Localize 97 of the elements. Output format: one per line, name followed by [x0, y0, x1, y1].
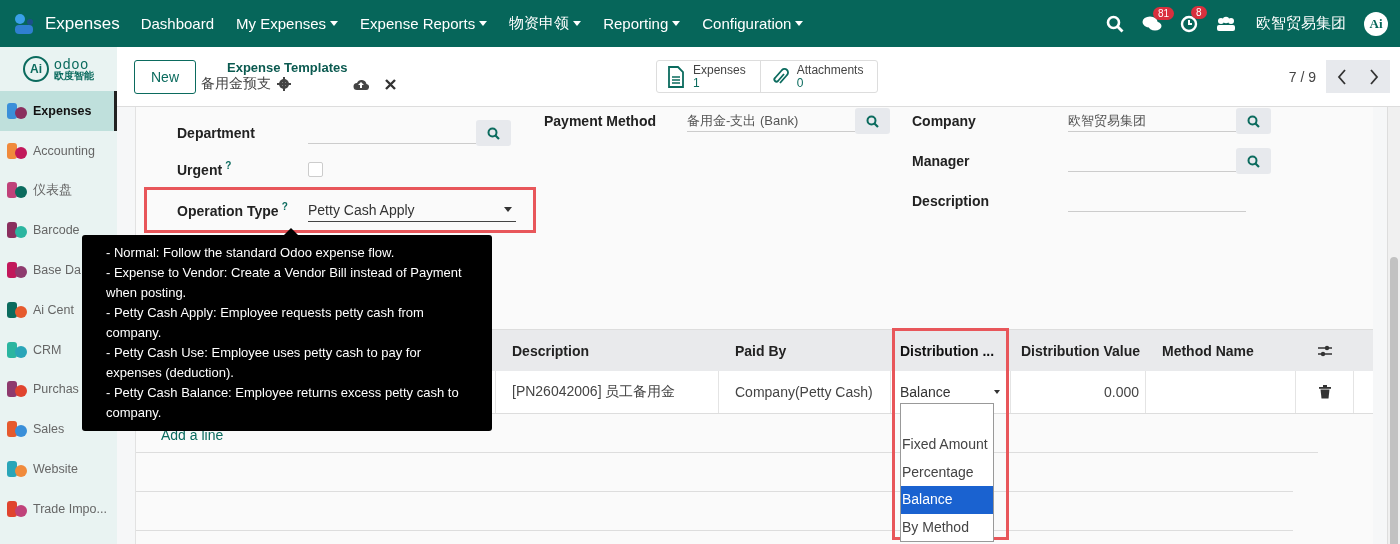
sidebar-item[interactable]: Base Da	[0, 250, 83, 290]
app-icon	[6, 498, 28, 519]
close-icon[interactable]	[385, 78, 396, 90]
app-icon	[6, 180, 28, 201]
sliders-icon[interactable]	[1317, 343, 1333, 358]
search-button[interactable]	[1236, 148, 1271, 174]
table-cell: [PN26042006] 员工备用金	[496, 371, 719, 413]
sidebar-item[interactable]: 仪表盘	[0, 170, 74, 211]
company-switcher[interactable]: 欧智贸易集团	[1256, 14, 1346, 33]
sidebar-item[interactable]: CRM	[0, 329, 64, 370]
search-icon	[487, 126, 500, 140]
app-icon	[6, 260, 28, 281]
field-label: Manager	[912, 153, 971, 169]
chevron-left-icon	[1337, 68, 1347, 85]
menu-item[interactable]: My Expenses	[236, 15, 339, 32]
table-cell: Company(Petty Cash)	[719, 371, 891, 413]
tooltip-text: - Normal: Follow the standard Odoo expense flow.	[106, 244, 396, 262]
app-icon	[6, 419, 28, 440]
next-button[interactable]	[1358, 60, 1390, 93]
caret-icon	[672, 21, 681, 26]
chat-icon[interactable]	[1142, 15, 1162, 32]
dropdown-option[interactable]: Percentage	[901, 458, 993, 486]
sidebar-item[interactable]: Sales	[0, 409, 67, 450]
sidebar-item[interactable]: Expenses	[0, 91, 117, 131]
app-logo-icon[interactable]	[12, 11, 36, 36]
trash-icon[interactable]	[1318, 385, 1331, 399]
app-icon	[6, 100, 28, 121]
search-button[interactable]	[855, 108, 890, 134]
column-header[interactable]: Distribution Value	[1011, 342, 1146, 359]
menu-item[interactable]: Configuration	[702, 15, 804, 32]
dropdown-option[interactable]: Balance	[901, 486, 993, 514]
chevron-right-icon	[1369, 68, 1379, 85]
logo-subtitle: 欧度智能	[54, 71, 94, 81]
sidebar-item[interactable]: Website	[0, 449, 80, 489]
activity-count-badge: 8	[1191, 5, 1207, 19]
app-name[interactable]: Expenses	[45, 13, 120, 34]
breadcrumb-link[interactable]: Expense Templates	[227, 60, 396, 75]
field-label: Department	[177, 125, 256, 141]
logo-name: odoo	[54, 57, 90, 71]
menu-item[interactable]: 物资申领	[509, 14, 582, 33]
checkbox[interactable]	[308, 161, 323, 177]
sidebar-item[interactable]: Accounting	[0, 130, 97, 171]
caret-icon	[330, 21, 339, 26]
cloud-upload-icon[interactable]	[353, 77, 369, 91]
table-cell: 0.000	[1011, 371, 1146, 413]
select-field[interactable]: Petty Cash Apply	[308, 198, 516, 222]
menu-item[interactable]: Dashboard	[140, 15, 215, 32]
select-field[interactable]: Balance	[900, 384, 1000, 400]
column-header[interactable]: Distribution ...	[891, 342, 1011, 359]
menu-item[interactable]: Reporting	[603, 15, 681, 32]
app-icon	[6, 379, 28, 400]
column-header[interactable]: Paid By	[719, 342, 891, 359]
logo-mark: Ai	[23, 56, 49, 82]
search-icon	[866, 114, 879, 128]
app-icon	[6, 140, 28, 161]
smart-button[interactable]: Attachments 0	[760, 60, 878, 93]
dropdown-option[interactable]: By Method	[901, 513, 993, 541]
record-name: 备用金预支	[201, 75, 271, 93]
sidebar-item[interactable]: Trade Impo...	[0, 488, 109, 529]
search-icon	[1247, 114, 1260, 128]
tooltip-text: - Petty Cash Balance: Employee returns excess petty cash to company.	[106, 384, 460, 422]
user-avatar[interactable]: Ai	[1364, 11, 1388, 36]
app-icon	[6, 459, 28, 480]
clock-icon[interactable]	[1180, 14, 1198, 33]
tooltip-text: - Petty Cash Apply: Employee requests petty cash from company.	[106, 304, 425, 342]
tooltip-text: - Expense to Vendor: Create a Vendor Bill instead of Payment when posting.	[106, 264, 463, 302]
previous-button[interactable]	[1326, 60, 1358, 93]
app-icon	[6, 220, 28, 241]
field-label: Description	[912, 193, 990, 209]
caret-icon	[479, 21, 488, 26]
field-label: Company	[912, 113, 977, 129]
caret-icon	[573, 21, 582, 26]
sidebar-item[interactable]: Ai Cent	[0, 290, 76, 330]
app-icon	[6, 339, 28, 360]
dropdown-option[interactable]: Fixed Amount	[901, 431, 993, 459]
sidebar-item[interactable]: Purchas	[0, 369, 81, 410]
field-label: Operation Type $^{?}$	[177, 201, 289, 219]
search-button[interactable]	[476, 120, 511, 146]
people-icon[interactable]	[1216, 15, 1236, 32]
field-label: Urgent $^{?}$	[177, 160, 233, 178]
field-label: Payment Method	[544, 113, 657, 129]
menu-item[interactable]: Expense Reports	[360, 15, 488, 32]
new-button[interactable]: New	[134, 59, 196, 94]
search-icon[interactable]	[1106, 14, 1124, 33]
sidebar-item[interactable]: Barcode	[0, 210, 82, 251]
pager-counter: 7 / 9	[1288, 68, 1316, 85]
document-icon	[667, 65, 685, 88]
search-icon	[1247, 154, 1260, 168]
column-header[interactable]: Description	[496, 342, 719, 359]
scrollbar-thumb[interactable]	[1390, 257, 1398, 544]
caret-icon	[795, 21, 804, 26]
message-count-badge: 81	[1153, 6, 1175, 20]
tooltip-text: - Petty Cash Use: Employee uses petty cash to pay for expenses (deduction).	[106, 344, 423, 382]
app-icon	[6, 299, 28, 320]
search-button[interactable]	[1236, 108, 1271, 134]
smart-button[interactable]: Expenses 1	[657, 60, 761, 93]
column-header[interactable]: Method Name	[1146, 342, 1296, 359]
